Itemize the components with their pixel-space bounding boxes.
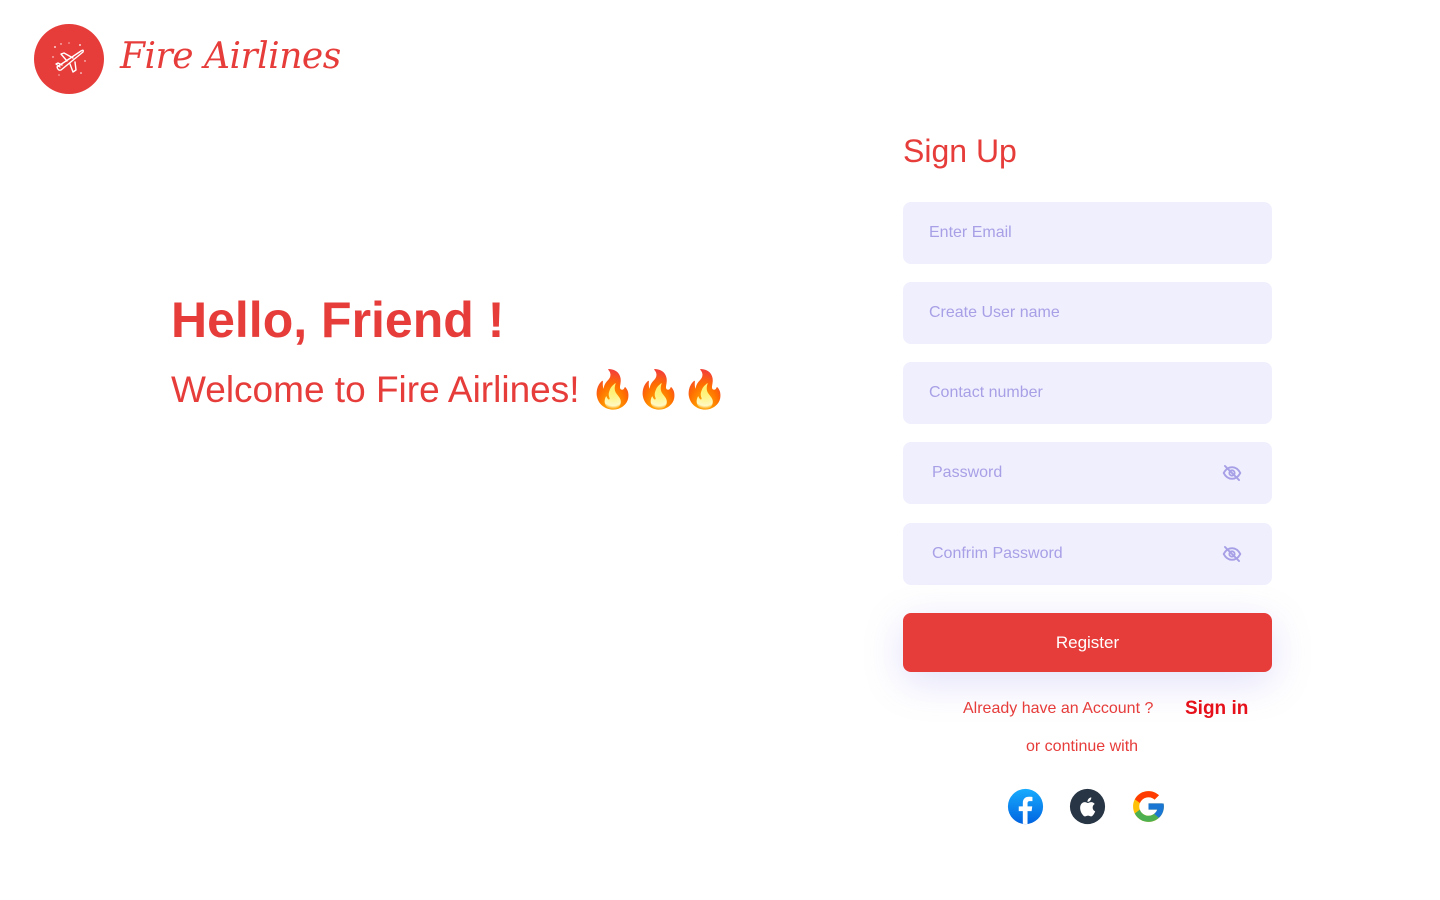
confirm-password-field-container — [903, 523, 1272, 585]
hero-title: Hello, Friend ! — [171, 292, 505, 348]
google-icon — [1133, 791, 1164, 822]
logo[interactable] — [34, 24, 104, 94]
apple-icon — [1069, 788, 1106, 825]
facebook-login-button[interactable] — [1007, 788, 1044, 825]
password-field-container — [903, 442, 1272, 504]
email-field-container — [903, 202, 1272, 264]
username-field[interactable] — [903, 282, 1272, 344]
brand-name: Fire Airlines — [120, 36, 341, 77]
email-field[interactable] — [903, 202, 1272, 264]
eye-off-icon[interactable] — [1222, 544, 1242, 564]
signup-page: Fire Airlines Hello, Friend ! Welcome to… — [0, 0, 1440, 900]
confirm-password-field[interactable] — [903, 523, 1272, 585]
hero-subtitle: Welcome to Fire Airlines! 🔥🔥🔥 — [171, 369, 728, 410]
eye-off-icon[interactable] — [1222, 463, 1242, 483]
signin-link[interactable]: Sign in — [1185, 697, 1248, 721]
contact-field-container — [903, 362, 1272, 424]
register-button[interactable]: Register — [903, 613, 1272, 672]
contact-number-field[interactable] — [903, 362, 1272, 424]
airplane-icon — [52, 42, 86, 76]
username-field-container — [903, 282, 1272, 344]
continue-with-label: or continue with — [1026, 738, 1139, 755]
facebook-icon — [1007, 788, 1044, 825]
apple-login-button[interactable] — [1069, 788, 1106, 825]
account-prompt: Already have an Account ? — [963, 700, 1154, 717]
google-login-button[interactable] — [1130, 788, 1167, 825]
signup-title: Sign Up — [903, 133, 1017, 169]
password-field[interactable] — [903, 442, 1272, 504]
